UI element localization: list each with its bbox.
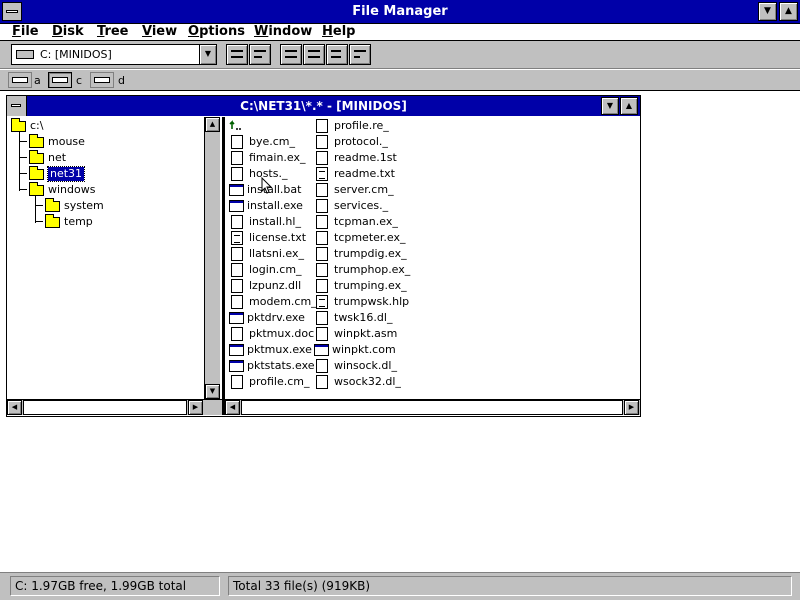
drive-bar: a c d [0, 70, 800, 91]
directory-window: C:\NET31\*.* - [MINIDOS] ▼ ▲ c:\ mouse n… [6, 95, 641, 417]
file-icon [231, 135, 243, 149]
sort-by-type-button[interactable] [303, 44, 325, 65]
file-count-status: Total 33 file(s) (919KB) [228, 576, 792, 596]
disk-space-status: C: 1.97GB free, 1.99GB total [10, 576, 220, 596]
document-icon [231, 231, 243, 245]
file-list[interactable]: bye.cm_ fimain.ex_ hosts._ install.bat i… [225, 117, 640, 399]
menu-window[interactable]: Window [254, 24, 312, 39]
scroll-left-icon[interactable]: ◀ [7, 400, 22, 415]
tree-scroll-thumb[interactable] [23, 400, 187, 415]
menu-bar: File Disk Tree View Options Window Help [0, 24, 800, 41]
file-icon [316, 311, 328, 325]
status-bar: C: 1.97GB free, 1.99GB total Total 33 fi… [0, 572, 800, 600]
document-icon [316, 167, 328, 181]
tree-horizontal-scrollbar[interactable]: ◀ ▶ [7, 399, 222, 415]
menu-disk[interactable]: Disk [52, 24, 84, 39]
menu-tree[interactable]: Tree [97, 24, 129, 39]
child-maximize-button[interactable]: ▲ [620, 97, 638, 115]
drive-c-label[interactable]: c [76, 74, 82, 87]
cdrom-drive-icon[interactable] [90, 72, 114, 88]
file-list-scroll-thumb[interactable] [241, 400, 623, 415]
directory-window-title-bar[interactable]: C:\NET31\*.* - [MINIDOS] ▼ ▲ [7, 96, 640, 116]
file-icon [231, 167, 243, 181]
scroll-down-icon[interactable]: ▼ [205, 384, 220, 399]
maximize-button[interactable]: ▲ [779, 2, 798, 21]
program-icon [314, 344, 329, 356]
scroll-right-icon[interactable]: ▶ [188, 400, 203, 415]
program-icon [229, 312, 244, 324]
folder-icon [45, 214, 60, 228]
program-icon [229, 360, 244, 372]
up-directory-icon [229, 120, 241, 130]
file-icon [316, 199, 328, 213]
toolbar: C: [MINIDOS] ▼ [0, 41, 800, 69]
title-bar[interactable]: File Manager ▼ ▲ [0, 0, 800, 24]
mouse-cursor-icon [261, 177, 273, 194]
tree-vertical-scrollbar[interactable]: ▲ ▼ [204, 117, 220, 399]
file-icon [316, 151, 328, 165]
window-title: File Manager [352, 4, 448, 19]
folder-icon [45, 198, 60, 212]
disconnect-network-drive-button[interactable] [249, 44, 271, 65]
menu-options[interactable]: Options [188, 24, 245, 39]
directory-window-title: C:\NET31\*.* - [MINIDOS] [240, 99, 407, 113]
document-icon [316, 295, 328, 309]
file-icon [316, 359, 328, 373]
file-icon [231, 247, 243, 261]
file-icon [316, 327, 328, 341]
hard-drive-icon [16, 50, 34, 59]
scroll-left-icon[interactable]: ◀ [225, 400, 240, 415]
folder-icon [29, 134, 44, 148]
scroll-right-icon[interactable]: ▶ [624, 400, 639, 415]
menu-file[interactable]: File [12, 24, 39, 39]
connect-network-drive-button[interactable] [226, 44, 248, 65]
file-icon [316, 135, 328, 149]
directory-tree[interactable]: c:\ mouse net net31 windows system temp [7, 117, 204, 399]
file-icon [316, 215, 328, 229]
file-list-horizontal-scrollbar[interactable]: ◀ ▶ [225, 399, 640, 415]
file-icon [231, 279, 243, 293]
file-icon [316, 247, 328, 261]
file-icon [316, 231, 328, 245]
file-icon [231, 215, 243, 229]
drive-select-value: C: [MINIDOS] [40, 48, 112, 61]
file-icon [231, 375, 243, 389]
program-icon [229, 184, 244, 196]
sort-by-size-button[interactable] [326, 44, 348, 65]
program-icon [229, 344, 244, 356]
hard-drive-icon[interactable] [48, 72, 72, 88]
file-icon [316, 183, 328, 197]
minimize-button[interactable]: ▼ [758, 2, 777, 21]
file-icon [316, 263, 328, 277]
sort-by-name-button[interactable] [280, 44, 302, 65]
drive-d-label[interactable]: d [118, 74, 125, 87]
file-icon [316, 119, 328, 133]
folder-icon [11, 118, 26, 132]
drive-a-label[interactable]: a [34, 74, 41, 87]
drive-select[interactable]: C: [MINIDOS] ▼ [11, 44, 217, 65]
file-icon [316, 375, 328, 389]
sort-by-date-button[interactable] [349, 44, 371, 65]
file-icon [231, 295, 243, 309]
dropdown-arrow-icon[interactable]: ▼ [199, 45, 216, 64]
open-folder-icon [29, 166, 44, 180]
file-icon [231, 151, 243, 165]
file-icon [231, 327, 243, 341]
file-icon [316, 279, 328, 293]
program-icon [229, 200, 244, 212]
menu-view[interactable]: View [142, 24, 177, 39]
floppy-drive-icon[interactable] [8, 72, 32, 88]
folder-icon [29, 182, 44, 196]
menu-help[interactable]: Help [322, 24, 355, 39]
folder-icon [29, 150, 44, 164]
child-minimize-button[interactable]: ▼ [601, 97, 619, 115]
file-icon [231, 263, 243, 277]
scroll-up-icon[interactable]: ▲ [205, 117, 220, 132]
